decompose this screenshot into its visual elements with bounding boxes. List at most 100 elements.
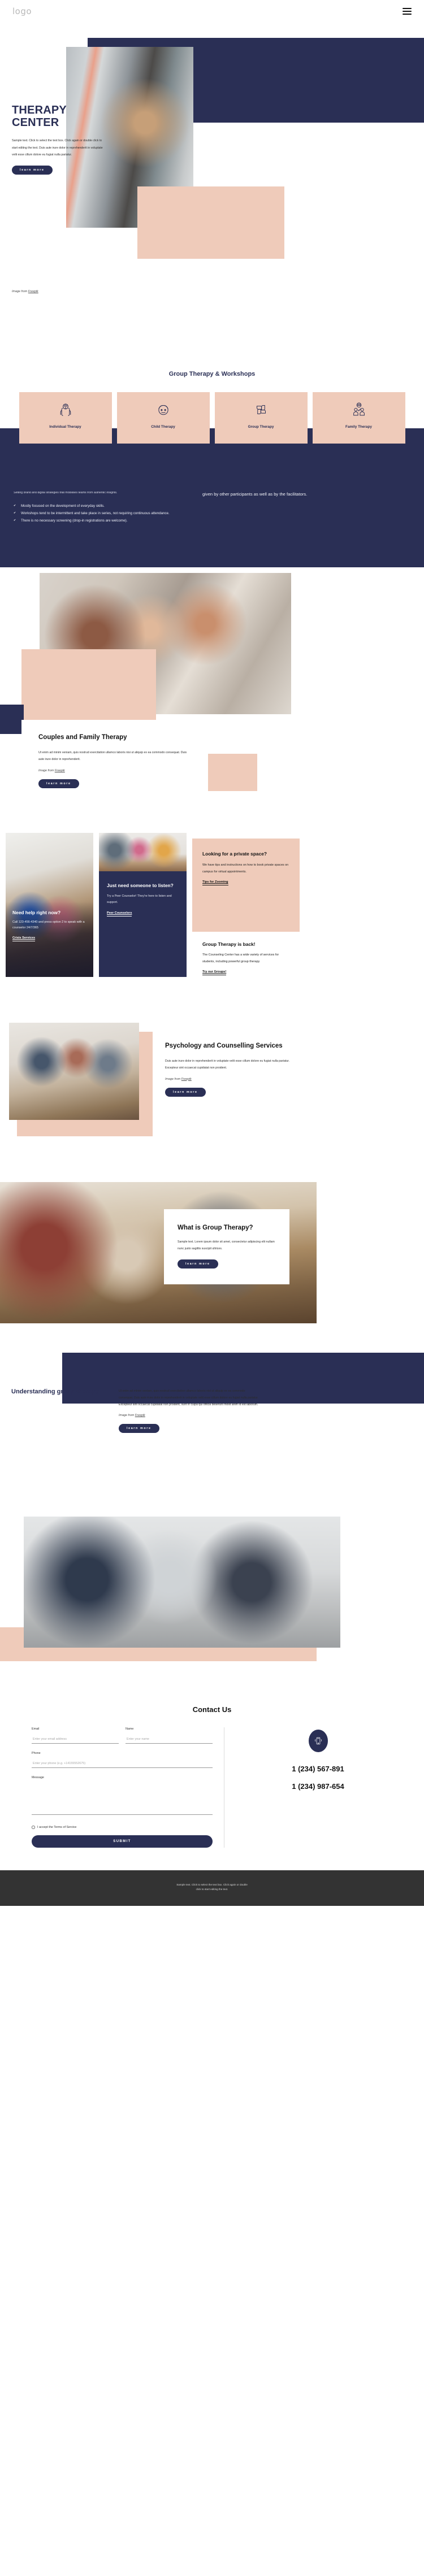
- credit-prefix: Image from: [38, 768, 55, 772]
- services-title: Group Therapy & Workshops: [168, 371, 256, 377]
- service-card-individual-therapy[interactable]: Individual Therapy: [19, 392, 112, 444]
- what-is-group-learn-more-button[interactable]: learn more: [178, 1259, 218, 1269]
- form-row-email-name: Email Name: [32, 1727, 213, 1752]
- hero-peach-block: [137, 186, 284, 259]
- private-space-card: Looking for a private space? We have tip…: [192, 838, 300, 932]
- hamburger-menu-icon[interactable]: [403, 8, 412, 15]
- psychology-title: Psychology and Counselling Services: [165, 1042, 283, 1049]
- crisis-card-text: Call 123-456-4340 and press option 2 to …: [12, 920, 85, 930]
- couples-title: Couples and Family Therapy: [38, 733, 127, 741]
- services-section: Group Therapy & Workshops Individual The…: [0, 362, 424, 492]
- understanding-section: Understanding group therapy Ut enim ad m…: [0, 1352, 424, 1517]
- understanding-learn-more-button[interactable]: learn more: [119, 1424, 159, 1433]
- group-therapy-back-title: Group Therapy is back!: [202, 941, 256, 947]
- submit-button[interactable]: SUBMIT: [32, 1835, 213, 1848]
- service-card-group-therapy[interactable]: Group Therapy: [214, 392, 308, 444]
- crisis-services-link[interactable]: Crisis Services: [12, 936, 36, 942]
- tips-for-zooming-link[interactable]: Tips for Zooming: [202, 880, 228, 886]
- workshops-bullet-list: Mostly focused on the development of eve…: [14, 503, 189, 524]
- hero-section: THERAPY CENTER Sample text. Click to sel…: [0, 23, 424, 362]
- hands-brain-icon: [57, 401, 74, 418]
- email-field-group: Email: [32, 1727, 119, 1744]
- people-check-icon: [351, 401, 367, 418]
- listen-card-title: Just need someone to listen?: [107, 882, 174, 888]
- what-is-group-therapy-section: What is Group Therapy? Sample text. Lore…: [0, 1178, 424, 1353]
- hands-together-icon: [253, 401, 270, 418]
- service-card-label: Family Therapy: [345, 425, 372, 429]
- peer-counselors-link[interactable]: Peer Counselors: [107, 911, 132, 916]
- contact-wrapper: Email Name Phone Message: [0, 1727, 424, 1848]
- email-label: Email: [32, 1727, 40, 1731]
- phone-number-1[interactable]: 1 (234) 567-891: [292, 1765, 344, 1773]
- group-therapy-back-card: Group Therapy is back! The Counseling Ce…: [192, 941, 300, 976]
- landing-page: logo THERAPY CENTER Sample text. Click t…: [0, 0, 424, 1906]
- private-space-text: We have tips and instructions on how to …: [202, 863, 289, 874]
- what-is-group-text: Sample text. Lorem ipsum dolor sit amet,…: [178, 1240, 275, 1251]
- psychology-image-credit: Image from Freepik: [165, 1078, 295, 1081]
- phone-field[interactable]: [32, 1760, 213, 1768]
- footer-line-1: Sample text. Click to select the text bo…: [176, 1883, 248, 1886]
- psychology-learn-more-button[interactable]: learn more: [165, 1087, 206, 1097]
- hero-learn-more-button[interactable]: learn more: [12, 165, 53, 175]
- hero-image-credit: Image from Freepik: [12, 290, 38, 293]
- credit-link[interactable]: Freepik: [28, 290, 38, 293]
- terms-label[interactable]: I accept the Terms of Service: [37, 1826, 76, 1829]
- couples-section: Couples and Family Therapy Ut enim ad mi…: [0, 567, 424, 833]
- name-field[interactable]: [126, 1735, 213, 1744]
- band-image: [24, 1516, 340, 1648]
- try-our-groups-link[interactable]: Try our Groups!: [202, 970, 227, 976]
- service-card-label: Child Therapy: [151, 425, 175, 429]
- couples-card: Couples and Family Therapy Ut enim ad mi…: [21, 719, 208, 803]
- service-card-family-therapy[interactable]: Family Therapy: [312, 392, 405, 444]
- hero-description: Sample text. Click to select the text bo…: [12, 138, 103, 157]
- couples-peach-block: [21, 649, 156, 723]
- list-item: Workshops tend to be intermittent and ta…: [14, 511, 189, 517]
- phone-number-2[interactable]: 1 (234) 987-654: [292, 1782, 344, 1791]
- service-card-label: Group Therapy: [248, 425, 274, 429]
- understanding-image-credit: Image from Freepik: [119, 1414, 259, 1417]
- highlight-cards-section: Need help right now? Call 123-456-4340 a…: [0, 832, 424, 1019]
- message-field[interactable]: [32, 1780, 213, 1815]
- contact-form: Email Name Phone Message: [32, 1727, 224, 1848]
- hero-title-line-1: THERAPY: [12, 104, 67, 116]
- logo[interactable]: logo: [12, 6, 32, 16]
- email-field[interactable]: [32, 1735, 119, 1744]
- credit-link[interactable]: Freepik: [181, 1078, 192, 1081]
- listen-card-image: [99, 832, 187, 871]
- what-is-group-card: What is Group Therapy? Sample text. Lore…: [164, 1209, 289, 1285]
- list-item: There is no necessary screening (drop-in…: [14, 518, 189, 524]
- hero-copy: THERAPY CENTER Sample text. Click to sel…: [12, 104, 108, 175]
- group-therapy-back-text: The Counseling Center has a wide variety…: [202, 953, 279, 963]
- psychology-copy: Psychology and Counselling Services Duis…: [165, 1042, 295, 1097]
- name-label: Name: [126, 1727, 134, 1731]
- site-footer: Sample text. Click to select the text bo…: [0, 1870, 424, 1906]
- child-face-icon: [155, 401, 172, 418]
- couples-learn-more-button[interactable]: learn more: [38, 779, 79, 788]
- services-card-row: Individual Therapy Child Therapy Group T…: [0, 392, 424, 444]
- message-field-group: Message: [32, 1776, 213, 1818]
- credit-prefix: Image from: [12, 290, 28, 293]
- credit-link[interactable]: Freepik: [135, 1414, 145, 1417]
- couples-navy-block: [0, 704, 24, 734]
- phone-label: Phone: [32, 1751, 41, 1755]
- credit-prefix: Image from: [165, 1077, 181, 1081]
- service-card-label: Individual Therapy: [49, 425, 81, 429]
- page-title: THERAPY CENTER: [12, 104, 108, 129]
- psychology-section: Psychology and Counselling Services Duis…: [0, 1019, 424, 1178]
- mobile-ringing-icon: [308, 1729, 328, 1752]
- couples-image-credit: Image from Freepik: [38, 769, 191, 772]
- listen-card: Just need someone to listen? Try a Peer …: [99, 871, 187, 977]
- terms-checkbox[interactable]: [32, 1825, 35, 1829]
- phone-field-group: Phone: [32, 1752, 213, 1768]
- credit-link[interactable]: Freepik: [55, 769, 65, 772]
- message-label: Message: [32, 1775, 44, 1779]
- listen-card-text: Try a Peer Counselor! They're here to li…: [107, 894, 172, 905]
- bottom-image-band: [0, 1516, 424, 1686]
- contact-section: Contact Us Email Name Phone: [0, 1686, 424, 1870]
- psychology-image: [9, 1022, 139, 1120]
- contact-phone-panel: 1 (234) 567-891 1 (234) 987-654: [224, 1727, 392, 1848]
- site-header: logo: [0, 0, 424, 23]
- service-card-child-therapy[interactable]: Child Therapy: [116, 392, 210, 444]
- couples-description: Ut enim ad minim veniam, quis nostrud ex…: [38, 751, 187, 762]
- name-field-group: Name: [126, 1727, 213, 1744]
